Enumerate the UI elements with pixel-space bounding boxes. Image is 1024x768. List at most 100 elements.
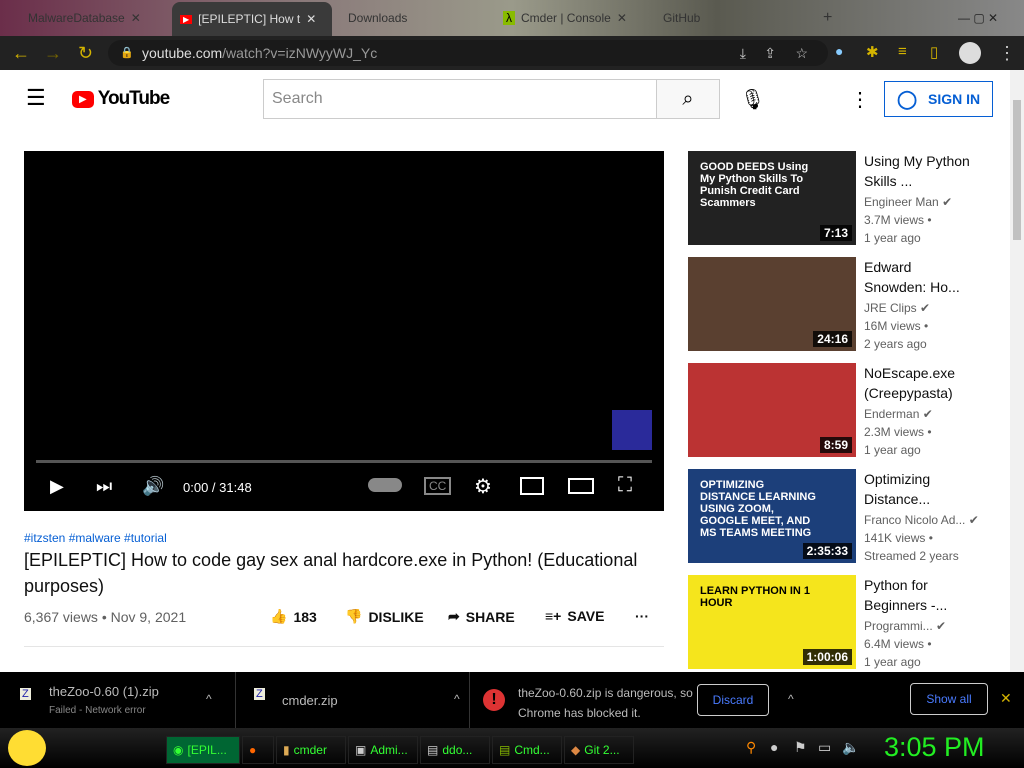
download-item[interactable]: Z theZoo-0.60 (1).zip Failed - Network e… xyxy=(0,672,236,728)
video-thumbnail[interactable]: GOOD DEEDS Using My Python Skills To Pun… xyxy=(688,151,856,245)
channel-name[interactable]: Franco Nicolo Ad... xyxy=(864,513,965,527)
view-count: 2.3M views • xyxy=(864,425,932,439)
related-video-title[interactable]: NoEscape.exe (Creepypasta) xyxy=(864,363,974,403)
more-actions-button[interactable]: ··· xyxy=(635,608,649,624)
channel-watermark[interactable] xyxy=(612,410,652,450)
related-video-item[interactable]: GOOD DEEDS Using My Python Skills To Pun… xyxy=(688,151,1008,245)
save-button[interactable]: ≡+ SAVE xyxy=(545,608,604,624)
related-video-item[interactable]: 24:16 Edward Snowden: Ho... JRE Clips ✔ … xyxy=(688,257,1008,351)
start-button-smiley-icon[interactable] xyxy=(8,730,46,766)
fullscreen-icon[interactable]: ⛶ xyxy=(618,474,632,497)
theater-mode-icon[interactable] xyxy=(568,478,594,494)
reload-icon[interactable]: ↻ xyxy=(78,43,93,64)
show-all-button[interactable]: Show all xyxy=(910,683,988,715)
close-icon[interactable]: ✕ xyxy=(131,11,141,25)
forward-icon[interactable]: → xyxy=(44,43,62,64)
chevron-up-icon[interactable]: ^ xyxy=(454,692,460,706)
autoplay-toggle[interactable] xyxy=(368,478,402,492)
sidepanel-icon[interactable]: ▯ xyxy=(930,43,938,61)
related-video-title[interactable]: Using My Python Skills ... xyxy=(864,151,974,191)
related-video-item[interactable]: LEARN PYTHON IN 1 HOUR 1:00:06 Python fo… xyxy=(688,575,1008,669)
channel-name[interactable]: Engineer Man xyxy=(864,195,939,209)
volume-tray-icon[interactable]: 🔈 xyxy=(842,739,859,756)
new-tab-button[interactable]: + xyxy=(815,4,835,32)
related-video-item[interactable]: 8:59 NoEscape.exe (Creepypasta) Enderman… xyxy=(688,363,1008,457)
taskbar-item-chrome[interactable]: ◉ [EPIL... xyxy=(166,736,240,764)
video-thumbnail[interactable]: OPTIMIZING DISTANCE LEARNING USING ZOOM,… xyxy=(688,469,856,563)
volume-icon[interactable]: 🔊 xyxy=(142,476,164,497)
channel-name[interactable]: JRE Clips xyxy=(864,301,917,315)
scrollbar-thumb[interactable] xyxy=(1013,100,1021,240)
taskbar-item-ddo[interactable]: ▤ ddo... xyxy=(420,736,490,764)
taskbar-item-admin[interactable]: ▣ Admi... xyxy=(348,736,418,764)
related-video-item[interactable]: OPTIMIZING DISTANCE LEARNING USING ZOOM,… xyxy=(688,469,1008,563)
related-video-title[interactable]: Optimizing Distance... xyxy=(864,469,974,509)
settings-gear-icon[interactable]: ⚙ xyxy=(474,474,492,499)
cmder-icon: λ xyxy=(503,11,515,25)
avatar-icon[interactable] xyxy=(959,42,981,64)
youtube-header: ☰ ▶ YouTube Search ⌕ 🎙 ⋮ ◯ SIGN IN xyxy=(0,70,1010,128)
close-icon[interactable]: ✕ xyxy=(306,12,316,26)
folder-icon: ▮ xyxy=(283,743,290,757)
video-player[interactable]: ▶ ⏭ 🔊 0:00 / 31:48 CC ⚙ ⛶ xyxy=(24,151,664,511)
related-video-title[interactable]: Python for Beginners -... xyxy=(864,575,974,615)
next-icon[interactable]: ⏭ xyxy=(96,476,112,497)
taskbar-item-cmder[interactable]: ▮ cmder xyxy=(276,736,346,764)
extensions-icon[interactable]: ✱ xyxy=(866,43,879,61)
back-icon[interactable]: ← xyxy=(12,43,30,64)
download-item[interactable]: Z cmder.zip ^ xyxy=(236,672,470,728)
search-input[interactable]: Search xyxy=(263,79,657,119)
tab-youtube[interactable]: ▶ [EPILEPTIC] How t ✕ xyxy=(172,2,332,36)
youtube-logo[interactable]: ▶ YouTube xyxy=(72,88,170,110)
taskbar-item-git[interactable]: ◆ Git 2... xyxy=(564,736,634,764)
hashtags[interactable]: #itzsten #malware #tutorial xyxy=(24,531,167,545)
media-icon[interactable]: ≡ xyxy=(898,43,907,60)
install-icon[interactable]: ⤓ xyxy=(740,40,746,66)
video-thumbnail[interactable]: LEARN PYTHON IN 1 HOUR 1:00:06 xyxy=(688,575,856,669)
microphone-icon[interactable]: 🎙 xyxy=(740,87,765,112)
play-icon[interactable]: ▶ xyxy=(50,476,64,497)
taskbar-item-firefox[interactable]: ● xyxy=(242,736,274,764)
related-video-title[interactable]: Edward Snowden: Ho... xyxy=(864,257,974,297)
close-icon[interactable]: ✕ xyxy=(617,11,627,25)
progress-bar[interactable] xyxy=(36,460,652,463)
verified-icon: ✔ xyxy=(922,407,933,421)
tab-downloads[interactable]: Downloads xyxy=(340,4,490,32)
share-icon[interactable]: ⇪ xyxy=(764,40,776,66)
tab-cmder[interactable]: λ Cmder | Console ✕ xyxy=(495,4,650,32)
sign-in-button[interactable]: ◯ SIGN IN xyxy=(884,81,993,117)
url-input[interactable]: 🔒 youtube.com/watch?v=izNWyyWJ_Yc ☆ ⇪ ⤓ xyxy=(108,40,828,66)
search-button[interactable]: ⌕ xyxy=(656,79,720,119)
captions-icon[interactable]: CC xyxy=(424,477,452,495)
bookmark-star-icon[interactable]: ☆ xyxy=(795,40,808,66)
tray-icon[interactable]: ● xyxy=(770,739,778,755)
chevron-up-icon[interactable]: ^ xyxy=(206,692,212,706)
miniplayer-icon[interactable] xyxy=(520,477,544,495)
profile-flag-icon[interactable]: ● xyxy=(835,43,843,59)
window-controls[interactable]: — ▢ ✕ xyxy=(950,4,1020,32)
dislike-button[interactable]: 👎 DISLIKE xyxy=(345,608,424,625)
more-options-icon[interactable]: ⋮ xyxy=(850,87,870,112)
hamburger-menu-icon[interactable]: ☰ xyxy=(26,85,46,111)
share-button[interactable]: ➦ SHARE xyxy=(448,608,515,625)
like-button[interactable]: 👍 183 xyxy=(270,608,317,625)
video-thumbnail[interactable]: 8:59 xyxy=(688,363,856,457)
search-tray-icon[interactable]: ⚲ xyxy=(746,739,756,756)
action-center-flag-icon[interactable]: ⚑ xyxy=(794,739,807,756)
chevron-up-icon[interactable]: ^ xyxy=(788,692,794,706)
discard-button[interactable]: Discard xyxy=(697,684,769,716)
menu-icon[interactable]: ⋮ xyxy=(998,43,1016,64)
scrollbar[interactable] xyxy=(1010,70,1024,672)
channel-name[interactable]: Enderman xyxy=(864,407,919,421)
video-thumbnail[interactable]: 24:16 xyxy=(688,257,856,351)
tab-malwaredatabase[interactable]: MalwareDatabase ✕ xyxy=(20,4,165,32)
save-label: SAVE xyxy=(567,608,605,624)
channel-name[interactable]: Programmi... xyxy=(864,619,933,633)
close-icon[interactable]: ✕ xyxy=(1000,690,1012,707)
tab-github[interactable]: GitHub xyxy=(655,4,805,32)
network-icon[interactable]: ▭ xyxy=(818,739,831,756)
clock[interactable]: 3:05 PM xyxy=(884,732,985,763)
tab-bar: MalwareDatabase ✕ ▶ [EPILEPTIC] How t ✕ Dow… xyxy=(0,0,1024,36)
download-filename: theZoo-0.60 (1).zip xyxy=(49,684,159,699)
taskbar-item-cmd[interactable]: ▤ Cmd... xyxy=(492,736,562,764)
